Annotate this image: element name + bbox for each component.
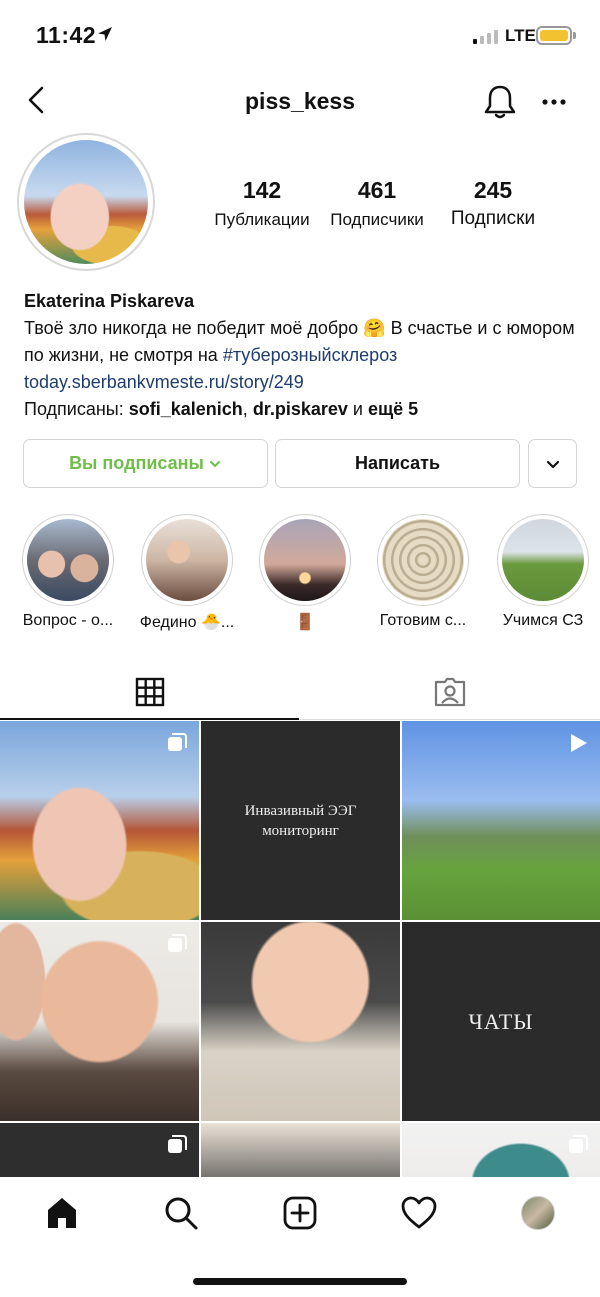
battery-icon [536,26,576,45]
followers-stat[interactable]: 461 Подписчики [324,177,430,230]
following-button[interactable]: Вы подписаны [23,439,268,488]
bio-text: Твоё зло никогда не победит моё добро 🤗 … [24,315,584,369]
highlight-cover [146,519,228,601]
carousel-icon [168,733,187,751]
bio-hashtag-link[interactable]: #туберозныйсклероз [223,345,397,365]
carousel-icon [569,1135,588,1153]
home-icon [48,1198,76,1228]
avatar-image [24,140,148,264]
add-post-icon [283,1196,317,1230]
followed-by[interactable]: Подписаны: sofi_kalenich, dr.piskarev и … [24,396,584,423]
grid-icon [135,677,165,707]
story-highlight[interactable]: Учимся СЗ [495,514,591,629]
highlight-label: 🚪 [295,614,315,631]
posts-label: Публикации [214,210,310,229]
post-thumbnail[interactable] [0,721,199,920]
network-type: LTE [505,26,536,45]
story-highlight[interactable]: 🚪 [257,514,353,631]
profile-bio: Ekaterina Piskareva Твоё зло никогда не … [24,288,584,423]
post-thumbnail[interactable] [0,922,199,1121]
followed-by-user[interactable]: dr.piskarev [253,399,348,419]
highlight-ring [22,514,114,606]
followed-by-user[interactable]: sofi_kalenich [129,399,243,419]
tab-divider [299,719,600,720]
story-highlight[interactable]: Готовим с... [375,514,471,629]
video-play-icon [571,734,587,752]
chevron-down-icon [546,460,559,468]
location-arrow-icon [96,25,114,48]
bell-icon [484,85,516,119]
story-highlight[interactable]: Федино 🐣... [139,514,235,631]
posts-count: 142 [242,177,282,203]
following-label: Подписки [450,208,536,229]
highlight-cover [264,519,346,601]
chevron-left-icon [28,86,44,114]
nav-profile-button[interactable] [508,1193,568,1233]
post-thumbnail[interactable]: ЧАТЫ [402,922,600,1121]
post-cover-text: ЧАТЫ [468,1008,534,1034]
back-button[interactable] [18,80,58,120]
followed-by-conjunction: и [347,399,368,419]
nav-add-post-button[interactable] [270,1193,330,1233]
search-icon [165,1197,198,1230]
story-highlight[interactable]: Вопрос - о... [20,514,116,629]
nav-search-button[interactable] [151,1193,211,1233]
nav-activity-button[interactable] [389,1193,449,1233]
suggested-accounts-button[interactable] [528,439,577,488]
highlight-cover [382,519,464,601]
notifications-button[interactable] [482,82,518,122]
post-thumbnail[interactable] [0,1123,199,1177]
active-tab-indicator [0,718,299,720]
post-thumbnail[interactable] [402,1123,600,1177]
highlight-label: Федино 🐣... [139,614,235,631]
home-indicator[interactable] [193,1278,407,1285]
more-options-button[interactable] [538,86,570,118]
followed-by-separator: , [242,399,253,419]
highlight-label: Готовим с... [379,612,467,629]
highlight-ring [377,514,469,606]
following-stat[interactable]: 245 Подписки [436,177,550,230]
post-thumbnail[interactable]: Инвазивный ЭЭГ мониторинг [201,721,400,920]
post-thumbnail[interactable] [402,721,600,920]
followers-label: Подписчики [330,210,424,229]
status-time: 11:42 [36,22,97,48]
followed-by-prefix: Подписаны: [24,399,129,419]
highlight-ring [259,514,351,606]
profile-avatar[interactable] [17,133,155,271]
carousel-icon [168,1135,187,1153]
following-button-label: Вы подписаны [69,453,204,473]
highlight-label: Вопрос - о... [22,612,114,629]
profile-avatar [521,1196,555,1230]
followers-count: 461 [357,177,397,203]
post-cover-text: Инвазивный ЭЭГ мониторинг [244,802,357,839]
bio-website-link[interactable]: today.sberbankvmeste.ru/story/249 [24,369,584,396]
posts-grid: Инвазивный ЭЭГ мониторинг ЧАТЫ [0,721,600,1177]
followed-by-more[interactable]: ещё 5 [368,399,418,419]
following-count: 245 [473,177,513,203]
message-button-label: Написать [354,453,441,473]
highlight-label: Учимся СЗ [502,612,584,629]
heart-icon [401,1196,437,1229]
profile-header: piss_kess [0,70,600,134]
profile-full-name: Ekaterina Piskareva [24,291,195,311]
post-thumbnail[interactable] [201,922,400,1121]
post-thumbnail[interactable] [201,1123,400,1177]
status-bar: 11:42 LTE [0,0,600,70]
carousel-icon [168,934,187,952]
highlight-ring [141,514,233,606]
signal-icon [473,28,498,44]
message-button[interactable]: Написать [275,439,520,488]
chevron-down-icon [209,460,220,467]
highlight-cover [502,519,584,601]
more-horizontal-icon [542,99,566,105]
tab-posts-grid[interactable] [0,664,300,720]
nav-home-button[interactable] [32,1193,92,1233]
tagged-user-icon [434,677,466,707]
tab-tagged[interactable] [300,664,600,720]
highlight-cover [27,519,109,601]
posts-stat[interactable]: 142 Публикации [200,177,324,230]
highlight-ring [497,514,589,606]
